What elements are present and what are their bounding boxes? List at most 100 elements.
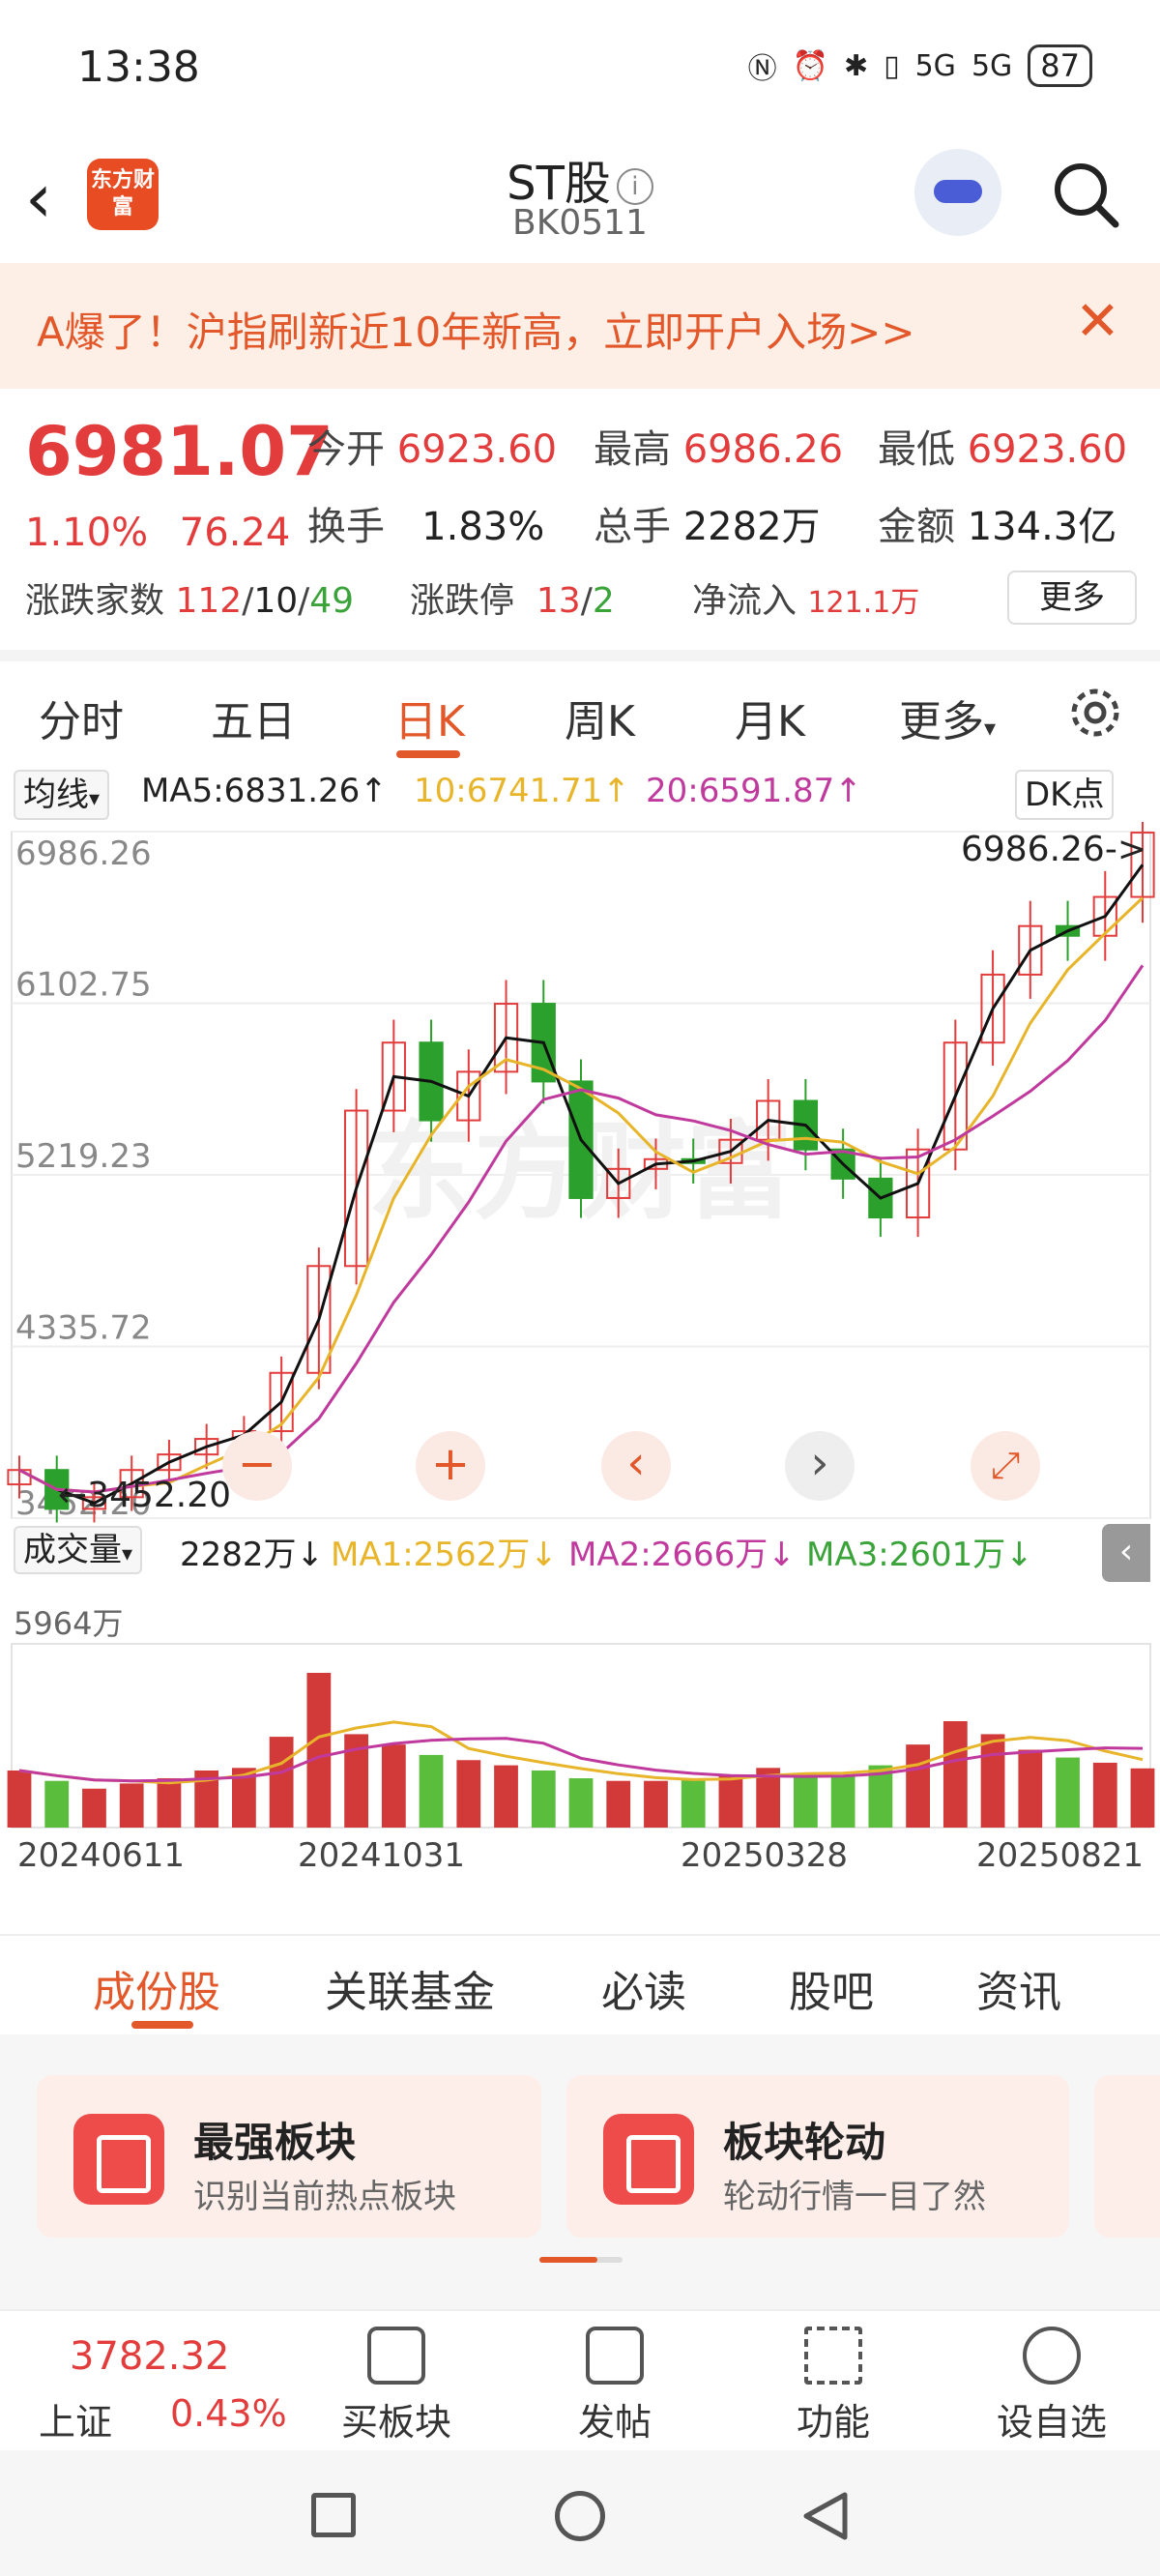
volume-bar xyxy=(681,1778,706,1828)
ma10-value: 10:6741.71↑ xyxy=(414,772,630,810)
tab-must-read[interactable]: 必读 xyxy=(601,1957,686,2019)
tab-intraday[interactable]: 分时 xyxy=(39,687,124,748)
banner-text[interactable]: A爆了！沪指刷新近10年新高，立即开户入场>> xyxy=(37,300,915,359)
info-icon[interactable]: i xyxy=(616,168,653,205)
turnover-stat: 换手 1.83% xyxy=(307,505,545,549)
volume-bar xyxy=(531,1770,556,1828)
tab-monthly-k[interactable]: 月K xyxy=(735,687,805,748)
functions-icon[interactable] xyxy=(804,2327,862,2385)
collapse-panel-icon[interactable]: ‹ xyxy=(1102,1524,1150,1582)
card-title: 板块轮动 xyxy=(723,2119,886,2166)
tab-more[interactable]: 更多▾ xyxy=(899,687,996,748)
nfc-icon: Ⓝ xyxy=(747,52,777,86)
min-price-annotation: ←3452.20 xyxy=(58,1476,231,1515)
x-tick-label: 20241031 xyxy=(298,1836,465,1875)
volume-bar xyxy=(980,1734,1005,1828)
system-nav-bar xyxy=(0,2450,1160,2576)
fullscreen-icon[interactable]: ⤢ xyxy=(971,1431,1040,1501)
volume-stat: 总手 2282万 xyxy=(594,505,821,549)
ma5-value: MA5:6831.26↑ xyxy=(141,772,388,810)
search-icon[interactable] xyxy=(1050,159,1121,230)
volume-bar xyxy=(82,1788,106,1828)
volume-bar xyxy=(456,1760,481,1828)
max-price-annotation: 6986.26-> xyxy=(961,830,1146,869)
index-name[interactable]: 上证 xyxy=(39,2392,112,2445)
volume-bar xyxy=(606,1780,631,1828)
home-icon[interactable] xyxy=(555,2491,605,2541)
status-time: 13:38 xyxy=(77,43,200,92)
kline-svg: 6986.266102.755219.234335.723452.20东方财富6… xyxy=(7,822,1155,1875)
card-desc: 轮动行情一目了然 xyxy=(723,2178,986,2216)
promo-banner[interactable]: A爆了！沪指刷新近10年新高，立即开户入场>> ✕ xyxy=(0,263,1160,389)
header: ‹ 东方财富 ST股 i BK0511 xyxy=(0,145,1160,263)
vol-ma2-line xyxy=(18,1737,1144,1783)
index-value[interactable]: 3782.32 xyxy=(70,2334,229,2379)
more-button[interactable]: 更多 xyxy=(1007,571,1137,625)
kline-chart-area[interactable]: 均线▾ MA5:6831.26↑ 10:6741.71↑ 20:6591.87↑… xyxy=(0,764,1160,1924)
chevron-down-icon: ▾ xyxy=(984,715,997,742)
add-watchlist-icon[interactable] xyxy=(1023,2327,1081,2385)
post-button[interactable]: 发帖 xyxy=(537,2392,692,2445)
tab-forum[interactable]: 股吧 xyxy=(789,1957,874,2019)
volume-bar xyxy=(494,1765,518,1828)
tab-related-funds[interactable]: 关联基金 xyxy=(325,1957,495,2019)
signal-icon: 5G xyxy=(914,48,956,83)
functions-button[interactable]: 功能 xyxy=(756,2392,911,2445)
close-icon[interactable]: ✕ xyxy=(1075,290,1120,353)
zoom-in-icon[interactable]: + xyxy=(416,1431,485,1501)
x-tick-label: 20250328 xyxy=(681,1836,848,1875)
scroll-right-icon[interactable]: › xyxy=(785,1431,855,1501)
volume-bar xyxy=(794,1772,818,1828)
card-strongest-sector[interactable]: 最强板块 识别当前热点板块 xyxy=(37,2075,541,2238)
tab-weekly-k[interactable]: 周K xyxy=(565,687,635,748)
dk-point-button[interactable]: DK点 xyxy=(1015,770,1115,820)
tab-news[interactable]: 资讯 xyxy=(976,1957,1061,2019)
card-partial[interactable] xyxy=(1094,2075,1160,2238)
volume-bar xyxy=(306,1673,332,1828)
low-stat: 最低 6923.60 xyxy=(878,427,1128,472)
vol-ma2: MA2:2666万↓ xyxy=(568,1536,796,1574)
scroll-left-icon[interactable]: ‹ xyxy=(601,1431,671,1501)
volume-bar xyxy=(1092,1762,1117,1828)
volume-bar xyxy=(830,1775,856,1828)
vol-ma1-line xyxy=(18,1720,1144,1785)
chart-card-icon xyxy=(73,2114,164,2205)
assistant-robot-icon[interactable] xyxy=(914,149,1001,236)
volume-selector[interactable]: 成交量▾ xyxy=(14,1526,143,1574)
recent-apps-icon[interactable] xyxy=(311,2493,356,2537)
back-nav-icon[interactable] xyxy=(798,2489,853,2543)
card-sector-rotation[interactable]: 板块轮动 轮动行情一目了然 xyxy=(566,2075,1069,2238)
volume-bar xyxy=(44,1780,70,1828)
volume-value: 2282万↓ xyxy=(180,1536,325,1574)
add-watchlist-button[interactable]: 设自选 xyxy=(974,2392,1129,2445)
index-pct[interactable]: 0.43% xyxy=(170,2392,287,2435)
volume-bar xyxy=(1056,1757,1080,1828)
amount-stat: 金额 134.3亿 xyxy=(878,505,1117,549)
volume-bar xyxy=(419,1754,444,1828)
tab-5day[interactable]: 五日 xyxy=(211,687,296,748)
battery-icon: 87 xyxy=(1028,44,1092,87)
volume-bar xyxy=(119,1783,144,1828)
post-icon[interactable] xyxy=(586,2327,644,2385)
tab-constituents[interactable]: 成份股 xyxy=(93,1957,220,2019)
limit-stat: 涨跌停 13/2 xyxy=(410,581,615,621)
volume-bar xyxy=(7,1770,32,1828)
change-pct: 1.10% xyxy=(25,511,149,555)
buy-sector-button[interactable]: 买板块 xyxy=(319,2392,474,2445)
volume-bar xyxy=(906,1744,930,1828)
volume-bar xyxy=(1130,1768,1155,1828)
volume-bar xyxy=(644,1780,668,1828)
volume-bar xyxy=(568,1778,594,1828)
tab-daily-k[interactable]: 日K xyxy=(394,687,465,748)
ma-selector[interactable]: 均线▾ xyxy=(14,770,110,820)
gear-icon[interactable] xyxy=(1067,685,1123,741)
x-tick-label: 20240611 xyxy=(17,1836,185,1875)
price-change: 1.10% 76.24 xyxy=(25,511,290,555)
inflow-stat: 净流入 121.1万 xyxy=(692,581,920,621)
zoom-out-icon[interactable]: − xyxy=(222,1431,292,1501)
buy-sector-icon[interactable] xyxy=(367,2327,425,2385)
change-value: 76.24 xyxy=(179,511,291,555)
signal-icon-2: 5G xyxy=(971,48,1013,83)
volume-bar xyxy=(1018,1749,1043,1828)
open-stat: 今开 6923.60 xyxy=(307,427,558,472)
